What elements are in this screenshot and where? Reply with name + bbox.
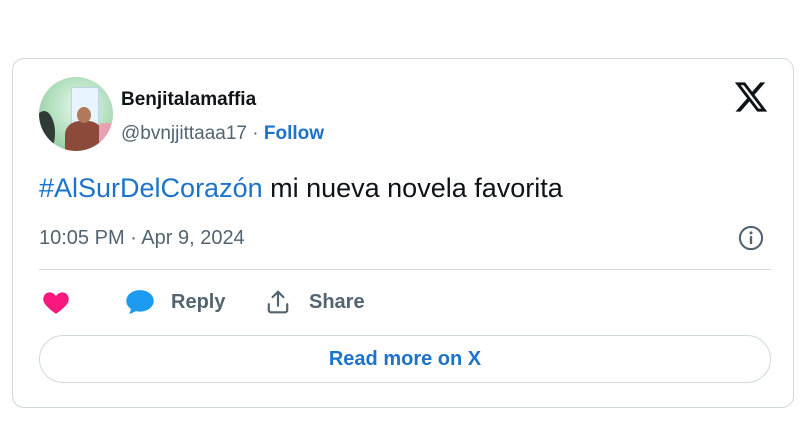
avatar-figure-body xyxy=(65,121,103,151)
tweet-text: #AlSurDelCorazón mi nueva novela favorit… xyxy=(39,173,563,204)
handle-separator: · xyxy=(246,123,264,144)
avatar-figure-head xyxy=(77,107,91,123)
tweet-body: mi nueva novela favorita xyxy=(262,173,563,203)
avatar-shadow xyxy=(39,111,55,151)
author-handle-row: @bvnjjittaaa17 · Follow xyxy=(121,123,324,145)
x-logo-icon[interactable] xyxy=(733,79,769,115)
avatar-detail xyxy=(99,123,113,145)
avatar[interactable] xyxy=(39,77,113,151)
author-handle[interactable]: @bvnjjittaaa17 xyxy=(121,123,247,144)
tweet-actions: Reply Share xyxy=(39,285,771,319)
hashtag-link[interactable]: #AlSurDelCorazón xyxy=(39,173,263,203)
reply-label: Reply xyxy=(171,290,226,313)
author-display-name[interactable]: Benjitalamaffia xyxy=(121,89,256,111)
embedded-tweet-card: Benjitalamaffia @bvnjjittaaa17 · Follow … xyxy=(12,58,794,408)
divider xyxy=(39,269,771,270)
heart-icon[interactable] xyxy=(41,289,71,315)
reply-button[interactable]: Reply xyxy=(125,285,225,319)
speech-bubble-icon xyxy=(126,290,154,315)
share-upload-icon xyxy=(267,290,289,314)
follow-link[interactable]: Follow xyxy=(264,123,324,144)
share-button[interactable]: Share xyxy=(265,285,365,319)
share-label: Share xyxy=(309,290,365,313)
info-icon[interactable] xyxy=(737,224,765,252)
read-more-button[interactable]: Read more on X xyxy=(39,335,771,383)
tweet-timestamp[interactable]: 10:05 PM · Apr 9, 2024 xyxy=(39,227,245,250)
